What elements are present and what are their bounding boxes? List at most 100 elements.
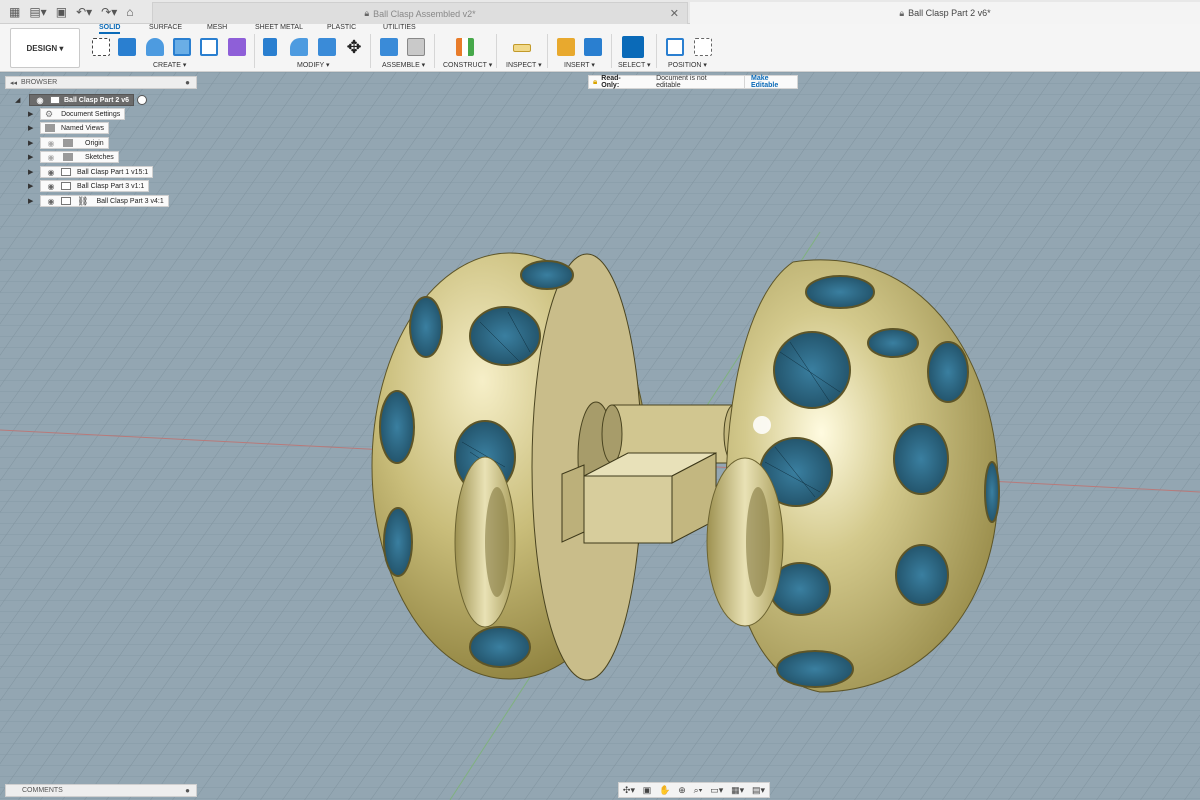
fillet-icon[interactable] xyxy=(290,38,308,56)
tree-node[interactable]: Named Views xyxy=(40,122,110,134)
separator xyxy=(496,34,497,68)
revolve-icon[interactable] xyxy=(146,38,164,56)
visibility-eye-icon[interactable]: ◉ xyxy=(45,168,57,177)
browser-root-row[interactable]: ◢ ◉ Ball Clasp Part 2 v6 xyxy=(15,94,147,106)
select-icon[interactable] xyxy=(622,36,644,58)
group-select[interactable]: SELECT ▾ xyxy=(618,61,651,69)
browser-item-origin[interactable]: ▶ ◉ Origin xyxy=(28,137,109,149)
look-at-icon[interactable]: ▣ xyxy=(643,785,652,796)
group-assemble[interactable]: ASSEMBLE ▾ xyxy=(382,61,425,69)
close-icon[interactable]: ✕ xyxy=(670,7,679,20)
group-position[interactable]: POSITION ▾ xyxy=(668,61,707,69)
orbit-icon[interactable]: ✣▾ xyxy=(623,785,635,796)
shell-icon[interactable] xyxy=(318,38,336,56)
new-component-icon[interactable] xyxy=(380,38,398,56)
expand-arrow-icon[interactable]: ▶ xyxy=(28,182,36,190)
group-construct[interactable]: CONSTRUCT ▾ xyxy=(443,61,492,69)
expand-arrow-icon[interactable]: ▶ xyxy=(28,110,36,118)
separator xyxy=(547,34,548,68)
activate-radio-icon[interactable] xyxy=(136,95,147,105)
browser-item-part1[interactable]: ▶ ◉ Ball Clasp Part 1 v15:1 xyxy=(28,166,154,178)
box-outline-icon[interactable] xyxy=(200,38,218,56)
tree-node[interactable]: ◉ Ball Clasp Part 1 v15:1 xyxy=(40,166,154,178)
tree-label: Ball Clasp Part 1 v15:1 xyxy=(77,168,149,176)
group-create[interactable]: CREATE ▾ xyxy=(153,61,186,69)
capture-position-icon[interactable] xyxy=(666,38,684,56)
tab-solid[interactable]: SOLID xyxy=(99,24,121,34)
lock-icon: 🔒︎ xyxy=(899,7,905,18)
group-modify[interactable]: MODIFY ▾ xyxy=(297,61,330,69)
document-tab-part2[interactable]: 🔒︎ Ball Clasp Part 2 v6* xyxy=(690,2,1200,24)
home-icon[interactable]: ⌂ xyxy=(123,5,136,19)
expand-arrow-icon[interactable]: ▶ xyxy=(28,139,36,147)
measure-icon[interactable] xyxy=(513,44,531,52)
tab-sheet-metal[interactable]: SHEET METAL xyxy=(255,24,303,31)
visibility-eye-icon[interactable]: ◉ xyxy=(45,197,57,206)
extrude-icon[interactable] xyxy=(118,38,136,56)
group-insert[interactable]: INSERT ▾ xyxy=(564,61,595,69)
visibility-eye-icon[interactable]: ◉ xyxy=(34,96,46,105)
display-settings-icon[interactable]: ▭▾ xyxy=(710,785,723,796)
press-pull-icon[interactable] xyxy=(263,38,277,56)
tab-utilities[interactable]: UTILITIES xyxy=(383,24,416,31)
pan-icon[interactable]: ✋ xyxy=(659,785,670,796)
joint-icon[interactable] xyxy=(407,38,425,56)
tree-label: Document Settings xyxy=(61,110,121,118)
tree-node[interactable]: ◉ ⛓ Ball Clasp Part 3 v4:1 xyxy=(40,195,169,207)
tree-node[interactable]: ◉ Ball Clasp Part 3 v1:1 xyxy=(40,180,150,192)
make-editable-button[interactable]: Make Editable xyxy=(743,75,797,89)
tree-node[interactable]: ◉ Sketches xyxy=(40,151,119,163)
browser-panel-header[interactable]: ◂◂ BROWSER ● xyxy=(5,76,197,89)
create-sketch-icon[interactable] xyxy=(92,38,110,56)
expand-arrow-icon[interactable]: ▶ xyxy=(28,197,36,205)
undo-icon[interactable]: ↶▾ xyxy=(73,5,95,19)
root-component[interactable]: ◉ Ball Clasp Part 2 v6 xyxy=(29,94,134,106)
ribbon-toolbar: DESIGN ▾ SOLID SURFACE MESH SHEET METAL … xyxy=(0,24,1200,72)
panel-pin-icon[interactable]: ● xyxy=(185,786,190,795)
collapse-icon[interactable]: ◂◂ xyxy=(10,79,17,87)
canvas-viewport[interactable] xyxy=(0,72,1200,800)
move-icon[interactable]: ✥ xyxy=(345,38,363,56)
grid-settings-icon[interactable]: ▦▾ xyxy=(731,785,744,796)
tab-label: Ball Clasp Part 2 v6* xyxy=(908,8,991,18)
zoom-icon[interactable]: ⊕ xyxy=(678,785,686,796)
browser-item-part3-v1[interactable]: ▶ ◉ Ball Clasp Part 3 v1:1 xyxy=(28,180,150,192)
document-tab-assembled[interactable]: 🔒︎ Ball Clasp Assembled v2* ✕ xyxy=(152,2,688,24)
panel-pin-icon[interactable]: ● xyxy=(185,78,190,87)
insert-derive-icon[interactable] xyxy=(557,38,575,56)
expand-arrow-icon[interactable]: ▶ xyxy=(28,124,36,132)
separator xyxy=(434,34,435,68)
save-icon[interactable]: ▣ xyxy=(53,5,70,19)
browser-item-part3-v4[interactable]: ▶ ◉ ⛓ Ball Clasp Part 3 v4:1 xyxy=(28,195,169,207)
lock-icon: 🔒︎ xyxy=(593,77,598,86)
form-icon[interactable] xyxy=(228,38,246,56)
tab-mesh[interactable]: MESH xyxy=(207,24,227,31)
tree-node[interactable]: ⚙ Document Settings xyxy=(40,108,126,120)
visibility-eye-icon[interactable]: ◉ xyxy=(45,139,57,148)
browser-item-named-views[interactable]: ▶ Named Views xyxy=(28,122,110,134)
fit-icon[interactable]: ⌕▾ xyxy=(694,785,703,796)
offset-plane-icon[interactable] xyxy=(456,38,474,56)
file-menu-icon[interactable]: ▤▾ xyxy=(26,5,49,19)
browser-item-sketches[interactable]: ▶ ◉ Sketches xyxy=(28,151,119,163)
group-inspect[interactable]: INSPECT ▾ xyxy=(506,61,542,69)
tree-node[interactable]: ◉ Origin xyxy=(40,137,109,149)
browser-item-document-settings[interactable]: ▶ ⚙ Document Settings xyxy=(28,108,126,120)
separator xyxy=(611,34,612,68)
visibility-eye-icon[interactable]: ◉ xyxy=(45,182,57,191)
tab-plastic[interactable]: PLASTIC xyxy=(327,24,356,31)
expand-arrow-icon[interactable]: ◢ xyxy=(15,96,23,104)
viewports-icon[interactable]: ▤▾ xyxy=(752,785,765,796)
expand-arrow-icon[interactable]: ▶ xyxy=(28,153,36,161)
apps-grid-icon[interactable]: ▦ xyxy=(6,5,23,19)
hole-icon[interactable] xyxy=(173,38,191,56)
comments-panel[interactable]: COMMENTS ● xyxy=(5,784,197,797)
expand-arrow-icon[interactable]: ▶ xyxy=(28,168,36,176)
visibility-eye-icon[interactable]: ◉ xyxy=(45,153,57,162)
workspace-design-button[interactable]: DESIGN ▾ xyxy=(10,28,80,68)
revert-position-icon[interactable] xyxy=(694,38,712,56)
tab-surface[interactable]: SURFACE xyxy=(149,24,182,31)
redo-icon[interactable]: ↷▾ xyxy=(98,5,120,19)
tree-label: Ball Clasp Part 3 v1:1 xyxy=(77,182,145,190)
insert-image-icon[interactable] xyxy=(584,38,602,56)
